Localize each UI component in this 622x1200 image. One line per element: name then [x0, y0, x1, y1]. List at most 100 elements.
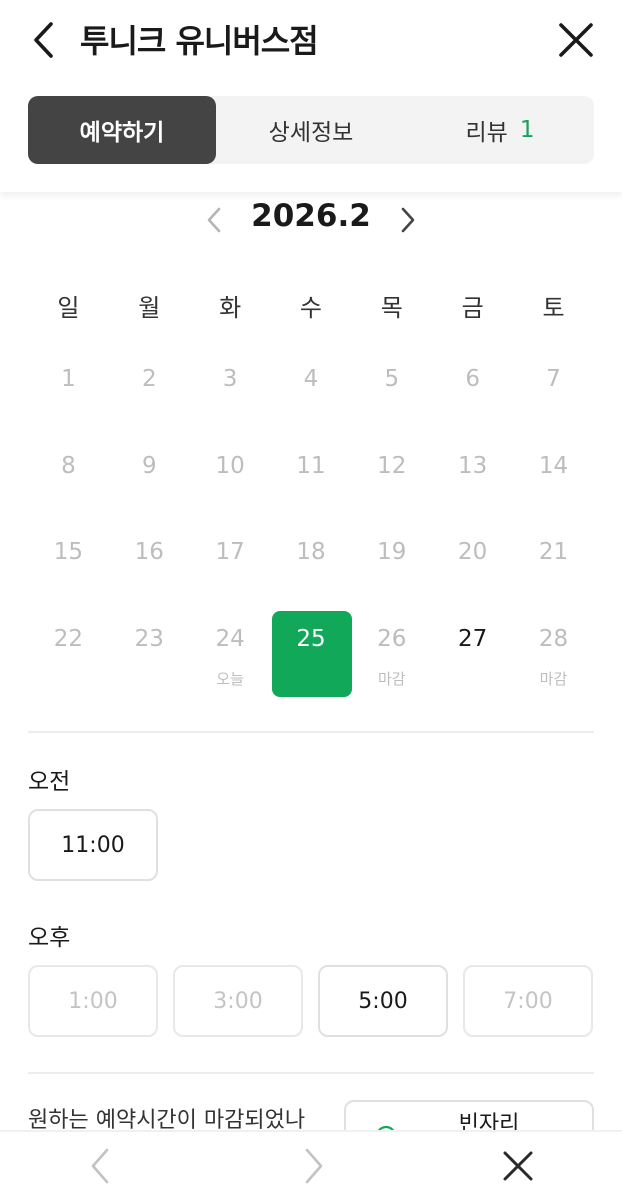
weekday-label: 화	[219, 294, 242, 322]
calendar-day: 14	[513, 437, 594, 524]
weekday-label: 토	[542, 294, 565, 322]
calendar-day: 11	[271, 437, 352, 524]
tab-details[interactable]: 상세정보	[216, 96, 406, 164]
day-number: 18	[296, 539, 326, 565]
day-number: 1	[61, 366, 76, 392]
chevron-right-icon	[305, 1148, 323, 1184]
day-number: 27	[458, 625, 488, 652]
calendar-day-available[interactable]: 27	[432, 610, 513, 697]
day-note: 마감	[377, 669, 406, 688]
calendar-day: 20	[432, 523, 513, 610]
calendar-day: 12	[351, 437, 432, 524]
calendar-day-today: 24 오늘	[190, 610, 271, 697]
calendar-day: 4	[271, 350, 352, 437]
day-number: 28	[538, 625, 569, 652]
browser-close-button[interactable]	[496, 1144, 540, 1188]
calendar-day: 16	[109, 523, 190, 610]
back-button[interactable]	[24, 18, 64, 62]
calendar-day-closed: 26 마감	[351, 610, 432, 697]
day-note: 오늘	[216, 669, 244, 688]
chevron-right-icon	[401, 207, 415, 233]
next-month-button[interactable]	[394, 200, 422, 240]
close-icon	[503, 1151, 533, 1181]
calendar-day: 23	[109, 610, 190, 697]
day-number: 6	[465, 366, 480, 392]
section-divider	[28, 1072, 594, 1074]
tab-label: 상세정보	[268, 120, 354, 146]
time-slot-button-disabled: 3:00	[173, 965, 303, 1037]
calendar-week: 1 2 3 4 5 6 7	[28, 350, 594, 437]
tab-reservation[interactable]: 예약하기	[28, 96, 216, 164]
calendar-day: 5	[351, 350, 432, 437]
day-number: 2	[141, 366, 157, 392]
calendar-grid: 1 2 3 4 5 6 7 8 9 10 11 12 13 14 15 16 1…	[28, 350, 594, 697]
day-number: 12	[377, 452, 407, 479]
tab-bar: 예약하기 상세정보 리뷰 1	[28, 96, 594, 164]
calendar-day: 17	[190, 523, 271, 610]
day-number: 14	[538, 452, 569, 479]
day-number: 9	[141, 452, 157, 479]
weekday-label: 월	[138, 294, 161, 322]
day-note: 마감	[539, 669, 568, 688]
day-number: 24	[215, 625, 245, 652]
time-slot-button-disabled: 7:00	[463, 965, 593, 1037]
day-number: 16	[134, 539, 164, 565]
day-number: 22	[53, 625, 84, 652]
time-slot-label: 3:00	[213, 988, 263, 1014]
day-number: 4	[303, 366, 319, 392]
calendar-day: 13	[432, 437, 513, 524]
calendar-day: 8	[28, 437, 109, 524]
calendar-day: 9	[109, 437, 190, 524]
calendar-week: 15 16 17 18 19 20 21	[28, 523, 594, 610]
day-number: 13	[458, 452, 488, 479]
time-slot-label: 7:00	[503, 988, 553, 1014]
chevron-left-icon	[91, 1148, 109, 1184]
day-number: 10	[215, 452, 245, 479]
calendar-day: 7	[513, 350, 594, 437]
tab-label: 예약하기	[79, 120, 165, 146]
time-slot-button[interactable]: 5:00	[318, 965, 448, 1037]
day-number: 15	[53, 539, 84, 565]
close-button[interactable]	[552, 16, 600, 64]
section-divider	[28, 731, 594, 733]
calendar-week: 22 23 24 오늘 25 26 마감 27 28 마감	[28, 610, 594, 697]
calendar-day: 19	[351, 523, 432, 610]
weekday-label: 금	[461, 294, 484, 322]
browser-forward-button[interactable]	[298, 1144, 330, 1188]
day-number: 26	[377, 625, 407, 652]
calendar-day: 10	[190, 437, 271, 524]
month-label: 2026.2	[251, 198, 371, 234]
top-header: 투니크 유니버스점	[0, 0, 622, 80]
chevron-left-icon	[207, 207, 221, 233]
time-slot-label: 11:00	[61, 832, 125, 858]
close-icon	[559, 23, 593, 57]
day-number: 5	[384, 366, 400, 392]
selected-day-highlight	[271, 610, 352, 697]
tab-reviews[interactable]: 리뷰 1	[406, 96, 594, 164]
time-slot-label: 5:00	[358, 988, 408, 1014]
calendar-week: 8 9 10 11 12 13 14	[28, 437, 594, 524]
review-count: 1	[519, 117, 535, 143]
calendar-day: 22	[28, 610, 109, 697]
day-number: 19	[377, 539, 407, 565]
day-number: 23	[134, 625, 164, 652]
day-number: 25	[296, 625, 326, 652]
am-label: 오전	[28, 769, 71, 795]
weekday-label: 수	[299, 294, 322, 322]
day-number: 11	[296, 452, 326, 479]
calendar-day: 18	[271, 523, 352, 610]
time-slot-label: 1:00	[68, 988, 118, 1014]
browser-back-button[interactable]	[84, 1144, 116, 1188]
day-number: 8	[61, 452, 76, 479]
weekday-label: 일	[57, 294, 80, 322]
time-slot-button[interactable]: 11:00	[28, 809, 158, 881]
calendar-day: 1	[28, 350, 109, 437]
day-number: 17	[215, 539, 245, 565]
calendar-day-closed: 28 마감	[513, 610, 594, 697]
prev-month-button[interactable]	[200, 200, 228, 240]
calendar-day-selected[interactable]: 25	[271, 610, 352, 697]
calendar-day: 21	[513, 523, 594, 610]
calendar-day: 3	[190, 350, 271, 437]
page-title: 투니크 유니버스점	[80, 22, 319, 60]
tab-bar-container: 예약하기 상세정보 리뷰 1	[0, 80, 622, 192]
